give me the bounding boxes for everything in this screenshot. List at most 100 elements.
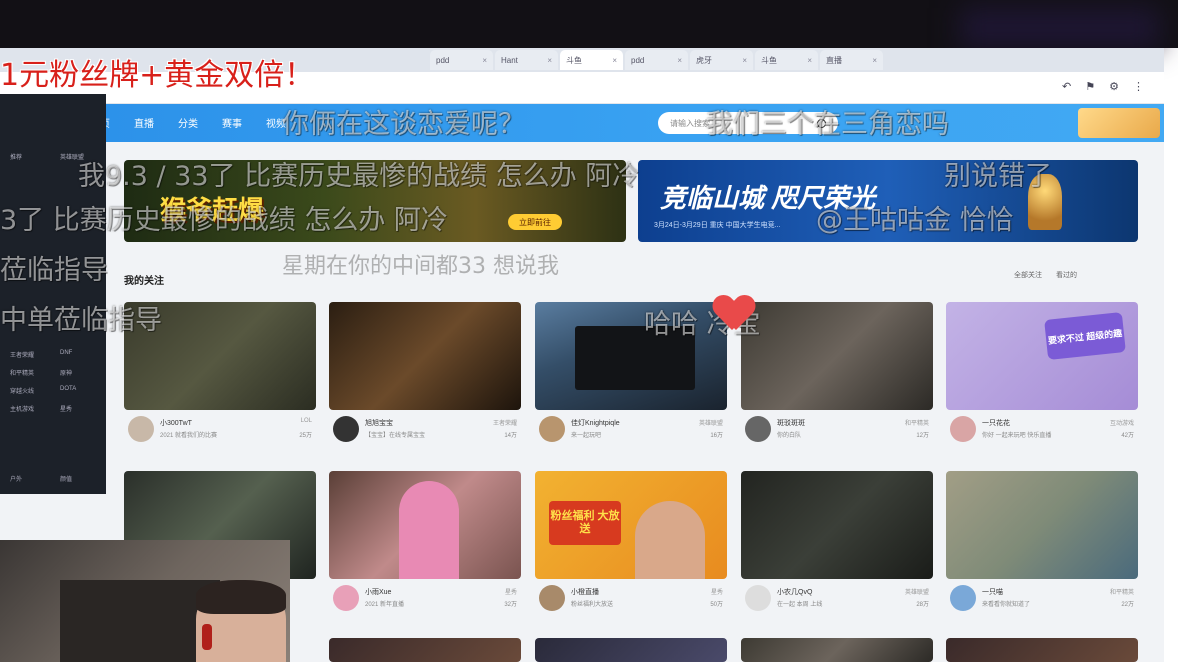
avatar[interactable] — [128, 416, 154, 442]
stream-category: 星秀 — [710, 590, 723, 596]
nav-item-live[interactable]: 直播 — [134, 115, 154, 130]
history-link[interactable]: 看过的 — [1056, 270, 1077, 280]
browser-tab[interactable]: 斗鱼 × — [755, 50, 818, 70]
browser-tab[interactable]: pdd × — [430, 50, 493, 70]
stream-thumbnail[interactable] — [329, 471, 521, 579]
search-input[interactable]: 请输入搜索 — [658, 112, 838, 134]
close-icon[interactable]: × — [482, 56, 487, 65]
streamer-name[interactable]: 旭旭宝宝 — [365, 418, 393, 428]
sidebar-item[interactable]: 颜值 — [60, 474, 72, 483]
stream-thumbnail[interactable] — [741, 471, 933, 579]
streamer-name[interactable]: 斑驳斑斑 — [777, 418, 805, 428]
browser-tab[interactable]: 直播 × — [820, 50, 883, 70]
browser-tab[interactable]: pdd × — [625, 50, 688, 70]
sidebar-item[interactable]: 星秀 — [60, 404, 72, 413]
stream-thumbnail[interactable] — [329, 302, 521, 410]
address-bar[interactable]: ↶ ⚑ ⚙ ⋮ — [0, 72, 1164, 104]
avatar[interactable] — [333, 585, 359, 611]
back-icon[interactable]: ↶ — [1062, 80, 1071, 93]
browser-tab-active[interactable]: 斗鱼 × — [560, 50, 623, 70]
close-icon[interactable]: × — [742, 56, 747, 65]
stream-card[interactable]: 小300TwT 2021 就看我们的比赛 LOL 25万 — [124, 302, 316, 452]
sidebar-item[interactable]: DNF — [60, 350, 72, 356]
stream-title: 来一起玩吧 — [571, 433, 602, 439]
nav-item-esports[interactable]: 赛事 — [222, 115, 242, 130]
streamer-name[interactable]: 一只花花 — [982, 418, 1010, 428]
close-icon[interactable]: × — [612, 56, 617, 65]
stream-title: 2021 就看我们的比赛 — [160, 433, 218, 439]
avatar[interactable] — [539, 416, 565, 442]
streamer-name[interactable]: 小农几QvQ — [777, 587, 812, 597]
avatar[interactable] — [745, 585, 771, 611]
streamer-name[interactable]: 一只喵 — [982, 587, 1003, 597]
close-icon[interactable]: × — [872, 56, 877, 65]
banner-left[interactable]: 猴爷赶爆 立即前往 — [124, 160, 626, 242]
nav-item-category[interactable]: 分类 — [178, 115, 198, 130]
stream-card[interactable]: 小农几QvQ 在一起 本周 上线 英雄联盟 28万 — [741, 471, 933, 621]
popularity-count: 28万 — [916, 602, 929, 608]
menu-icon[interactable]: ⋮ — [1133, 80, 1144, 93]
stream-title: 【宝宝】在线专属宝宝 — [365, 433, 426, 439]
popularity-count: 16万 — [710, 433, 723, 439]
sidebar-item[interactable]: 和平精英 — [10, 368, 34, 377]
stream-thumbnail[interactable]: 粉丝福利 大放送 — [535, 471, 727, 579]
extension-icon[interactable]: ⚑ — [1085, 80, 1095, 93]
stream-card[interactable]: 小雨Xue 2021 新年直播 星秀 32万 — [329, 471, 521, 621]
stream-card[interactable]: 粉丝福利 大放送 小橙直播 粉丝福利大放送 星秀 50万 — [535, 471, 727, 621]
sidebar-item[interactable]: DOTA — [60, 386, 76, 392]
nav-item-video[interactable]: 视频 — [266, 115, 286, 130]
promo-badge[interactable] — [1078, 108, 1160, 138]
stream-thumbnail[interactable] — [946, 638, 1138, 662]
close-icon[interactable]: × — [807, 56, 812, 65]
streamer-name[interactable]: 小300TwT — [160, 418, 192, 428]
avatar[interactable] — [333, 416, 359, 442]
stream-thumbnail[interactable] — [741, 638, 933, 662]
banner-left-button[interactable]: 立即前往 — [508, 214, 562, 230]
sidebar-item[interactable]: 原神 — [60, 368, 72, 377]
stream-title: 来看看你就知道了 — [982, 602, 1031, 608]
stream-card[interactable]: 旭旭宝宝 【宝宝】在线专属宝宝 王者荣耀 14万 — [329, 302, 521, 452]
stream-thumbnail[interactable]: 要求不过 超级的趣 — [946, 302, 1138, 410]
avatar[interactable] — [950, 416, 976, 442]
stream-card[interactable]: 斑驳斑斑 你的白队 和平精英 12万 — [741, 302, 933, 452]
top-dark-strip — [0, 0, 1178, 48]
avatar[interactable] — [950, 585, 976, 611]
all-follows-link[interactable]: 全部关注 — [1014, 270, 1042, 280]
close-icon[interactable]: × — [677, 56, 682, 65]
stream-title: 2021 新年直播 — [365, 602, 405, 608]
stream-thumbnail[interactable] — [535, 638, 727, 662]
stream-thumbnail[interactable] — [946, 471, 1138, 579]
sidebar-item[interactable]: 英雄联盟 — [60, 152, 84, 161]
settings-icon[interactable]: ⚙ — [1109, 80, 1119, 93]
sidebar-item[interactable]: 穿越火线 — [10, 386, 34, 395]
section-title: 我的关注 — [124, 276, 164, 287]
left-sidebar: 推荐 英雄联盟 王者荣耀 DNF 和平精英 原神 穿越火线 DOTA 主机游戏 … — [0, 94, 106, 494]
close-icon[interactable]: × — [547, 56, 552, 65]
trophy-icon — [1028, 174, 1062, 230]
stream-tag: 粉丝福利 大放送 — [549, 501, 621, 545]
popularity-count: 42万 — [1121, 433, 1134, 439]
avatar[interactable] — [745, 416, 771, 442]
sidebar-item[interactable]: 推荐 — [10, 152, 22, 161]
streamer-name[interactable]: 小橙直播 — [571, 587, 599, 597]
stream-thumbnail[interactable] — [741, 302, 933, 410]
stream-card[interactable]: 要求不过 超级的趣 一只花花 你好 一起来玩吧 快乐直播 互动游戏 42万 — [946, 302, 1138, 452]
avatar[interactable] — [539, 585, 565, 611]
game-screen — [575, 326, 695, 390]
sidebar-item[interactable]: 王者荣耀 — [10, 350, 34, 359]
streamer-name[interactable]: 小雨Xue — [365, 587, 391, 597]
streamer-name[interactable]: 佳灯Knightpiqle — [571, 418, 620, 428]
banner-right[interactable]: 竞临山城 咫尺荣光 3月24日-3月29日 重庆 中国大学生电竞... — [638, 160, 1138, 242]
banner-right-subtitle: 3月24日-3月29日 重庆 中国大学生电竞... — [654, 222, 781, 229]
stream-tag: 要求不过 超级的趣 — [1044, 312, 1126, 360]
browser-tab[interactable]: 虎牙 × — [690, 50, 753, 70]
stream-thumbnail[interactable] — [124, 302, 316, 410]
stream-card[interactable]: 一只喵 来看看你就知道了 和平精英 22万 — [946, 471, 1138, 621]
browser-tab[interactable]: Hant × — [495, 50, 558, 70]
stream-thumbnail[interactable] — [329, 638, 521, 662]
stream-thumbnail[interactable] — [535, 302, 727, 410]
search-icon[interactable] — [817, 118, 826, 128]
stream-card[interactable]: 佳灯Knightpiqle 来一起玩吧 英雄联盟 16万 — [535, 302, 727, 452]
sidebar-item[interactable]: 户外 — [10, 474, 22, 483]
sidebar-item[interactable]: 主机游戏 — [10, 404, 34, 413]
